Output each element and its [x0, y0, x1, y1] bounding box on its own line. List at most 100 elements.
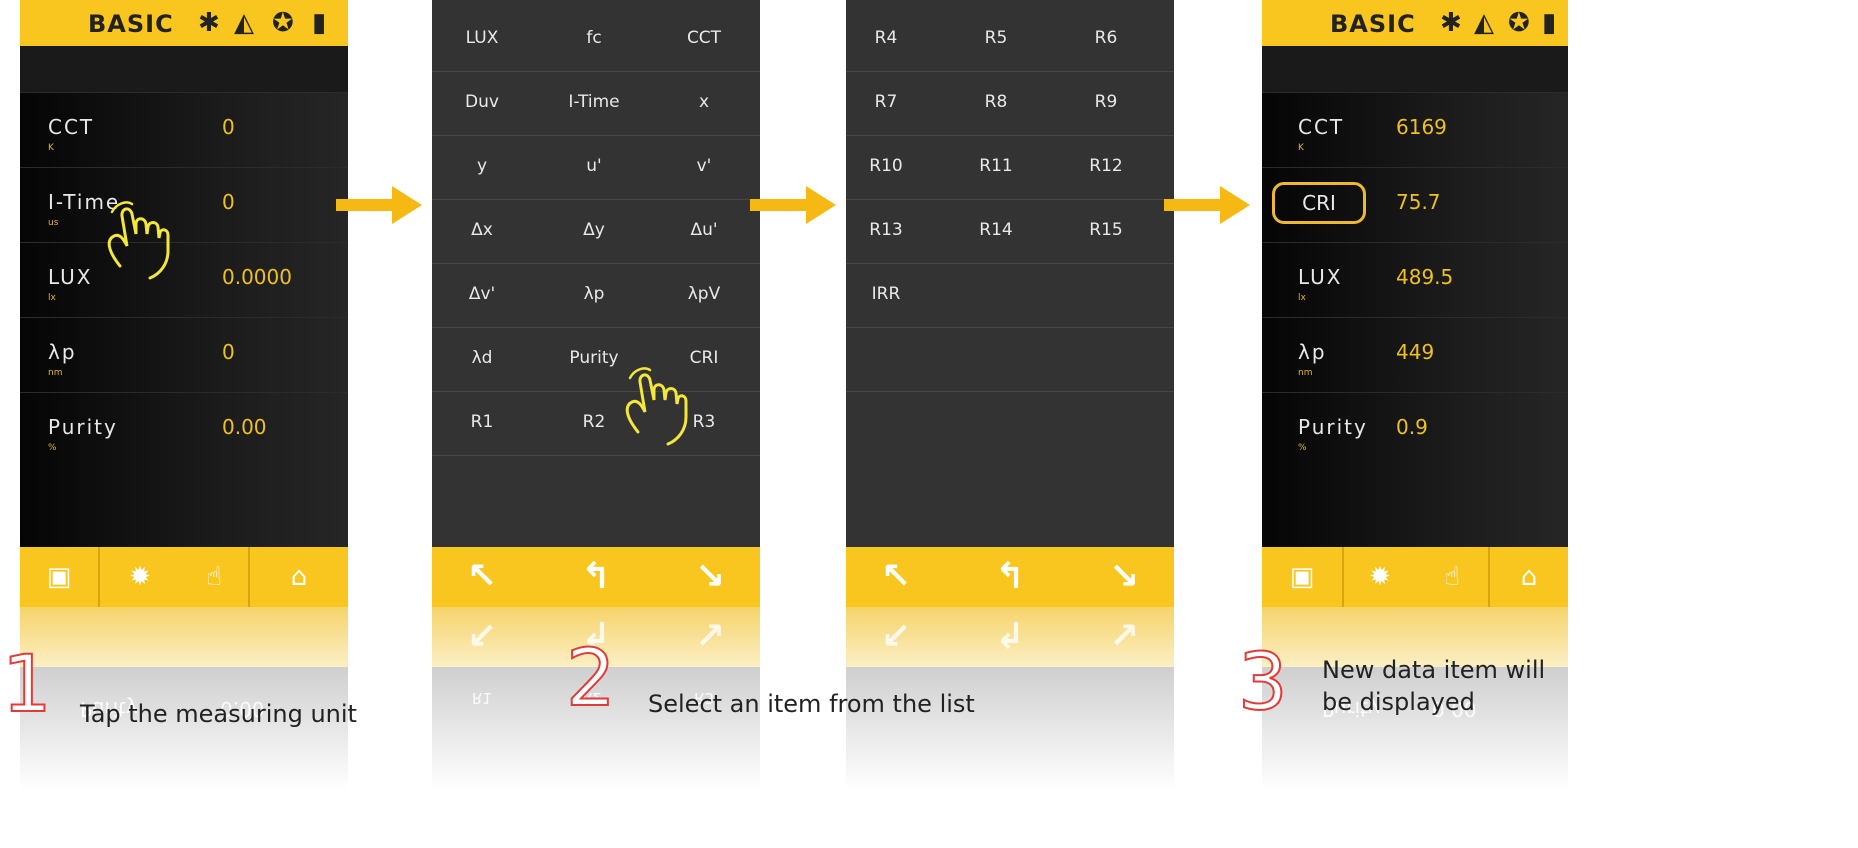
measure-row-purity[interactable]: Purity % 0.9 [1262, 392, 1568, 548]
arrow-right-icon [750, 186, 836, 224]
list-item[interactable]: Δv' [432, 284, 532, 304]
list-item[interactable]: R8 [946, 92, 1046, 112]
settings-icon[interactable]: ✹ [100, 547, 180, 607]
row-unit: K [1298, 143, 1304, 153]
list-item[interactable]: Δx [432, 220, 532, 240]
row-label: λp [48, 340, 77, 364]
list-item[interactable]: y [432, 156, 532, 176]
arrow-up-left-icon[interactable]: ↖ [432, 547, 532, 607]
row-value: 489.5 [1396, 265, 1454, 289]
list-item[interactable]: R5 [946, 28, 1046, 48]
row-unit: K [48, 143, 54, 153]
list-item[interactable]: R6 [1056, 28, 1156, 48]
list-item[interactable]: CCT [654, 28, 754, 48]
measure-row-lux[interactable]: LUX lx 489.5 [1262, 242, 1568, 318]
arrow-up-left-icon[interactable]: ↖ [846, 547, 946, 607]
reflection-label: R1 [472, 689, 492, 707]
back-icon[interactable]: ↰ [960, 547, 1060, 607]
list-item[interactable]: Duv [432, 92, 532, 112]
list-item[interactable]: R13 [846, 220, 936, 240]
return-icon: ↲ [994, 616, 1026, 657]
screen-reflection [846, 667, 1174, 790]
row-value: 0.9 [1396, 415, 1428, 439]
list-item[interactable]: R11 [946, 156, 1046, 176]
row-value: 0.00 [222, 415, 267, 439]
measure-row-lux[interactable]: LUX lx 0.0000 [20, 242, 348, 318]
list-item[interactable]: λd [432, 348, 532, 368]
bottom-toolbar: ▣ ✹ ☝ ⌂ [20, 547, 348, 607]
list-item[interactable]: Δy [544, 220, 644, 240]
arrow-down-left-icon: ↙ [466, 616, 498, 657]
list-row: R7 R8 R9 [846, 72, 1174, 136]
list-row: y u' v' [432, 136, 760, 200]
list-item[interactable]: v' [654, 156, 754, 176]
home-icon[interactable]: ⌂ [250, 547, 348, 607]
list-item[interactable]: LUX [432, 28, 532, 48]
step-caption: Select an item from the list [648, 690, 975, 718]
screen-title: BASIC [1330, 10, 1416, 38]
row-value: 449 [1396, 340, 1435, 364]
power-icon[interactable]: ✪ [1508, 8, 1530, 38]
arrow-up-right-icon: ↗ [1108, 616, 1140, 657]
list-item[interactable]: fc [544, 28, 644, 48]
list-item[interactable]: λp [544, 284, 644, 304]
row-unit: lx [1298, 293, 1306, 303]
touch-icon[interactable]: ☝ [1416, 547, 1488, 607]
save-icon[interactable]: ▣ [1262, 547, 1342, 607]
mode-icon[interactable]: ◭ [234, 8, 254, 38]
row-value: 0.0000 [222, 265, 292, 289]
list-item[interactable]: Δu' [654, 220, 754, 240]
list-item[interactable]: R9 [1056, 92, 1156, 112]
arrow-down-right-icon[interactable]: ↘ [1074, 547, 1174, 607]
screen-basic-before: BASIC ✱ ◭ ✪ ▮ CCT K 0 I-Time us 0 LUX lx… [20, 0, 348, 790]
list-row: R1 R2 R3 [432, 392, 760, 456]
list-item[interactable]: IRR [846, 284, 936, 304]
list-item[interactable]: R4 [846, 28, 936, 48]
bluetooth-icon[interactable]: ✱ [198, 8, 220, 38]
item-list: R4 R5 R6 R7 R8 R9 R10 R11 R12 R13 R14 R1… [846, 0, 1174, 547]
list-row: Δv' λp λpV [432, 264, 760, 328]
save-icon[interactable]: ▣ [20, 547, 98, 607]
row-label: LUX [1298, 265, 1343, 289]
list-item[interactable]: x [654, 92, 754, 112]
list-item[interactable]: R14 [946, 220, 1046, 240]
item-list: LUX fc CCT Duv I-Time x y u' v' Δx Δy Δu… [432, 0, 760, 547]
list-row [846, 328, 1174, 392]
bluetooth-icon[interactable]: ✱ [1440, 8, 1462, 38]
back-icon[interactable]: ↰ [546, 547, 646, 607]
list-item[interactable]: I-Time [544, 92, 644, 112]
list-item[interactable]: u' [544, 156, 644, 176]
nav-toolbar: ↖ ↰ ↘ [846, 547, 1174, 607]
row-label: CCT [1298, 115, 1345, 139]
measure-row-peak-wavelength[interactable]: λp nm 449 [1262, 317, 1568, 393]
measure-row-peak-wavelength[interactable]: λp nm 0 [20, 317, 348, 393]
row-value: 75.7 [1396, 190, 1441, 214]
settings-icon[interactable]: ✹ [1344, 547, 1416, 607]
row-unit: % [1298, 443, 1307, 453]
arrow-down-right-icon[interactable]: ↘ [660, 547, 760, 607]
screen-item-list-2: R4 R5 R6 R7 R8 R9 R10 R11 R12 R13 R14 R1… [846, 0, 1174, 790]
arrow-right-icon [336, 186, 422, 224]
measure-row-itime[interactable]: I-Time us 0 [20, 167, 348, 243]
power-icon[interactable]: ✪ [272, 8, 294, 38]
list-row: R4 R5 R6 [846, 8, 1174, 72]
list-item[interactable]: R1 [432, 412, 532, 432]
list-item[interactable]: R12 [1056, 156, 1156, 176]
list-item[interactable]: R10 [846, 156, 936, 176]
measure-row-purity[interactable]: Purity % 0.00 [20, 392, 348, 548]
list-item[interactable]: λpV [654, 284, 754, 304]
row-label: λp [1298, 340, 1327, 364]
home-icon[interactable]: ⌂ [1490, 547, 1568, 607]
measure-row-cri[interactable]: CRI 75.7 [1262, 167, 1568, 243]
measure-row-cct[interactable]: CCT K 0 [20, 92, 348, 168]
list-item[interactable]: R15 [1056, 220, 1156, 240]
touch-icon[interactable]: ☝ [180, 547, 248, 607]
step-caption: Tap the measuring unit [80, 700, 357, 728]
list-row: R13 R14 R15 [846, 200, 1174, 264]
row-value: 0 [222, 340, 235, 364]
mode-icon[interactable]: ◭ [1474, 8, 1494, 38]
measure-row-cct[interactable]: CCT K 6169 [1262, 92, 1568, 168]
list-item[interactable]: R7 [846, 92, 936, 112]
row-value: 0 [222, 115, 235, 139]
row-label: LUX [48, 265, 93, 289]
